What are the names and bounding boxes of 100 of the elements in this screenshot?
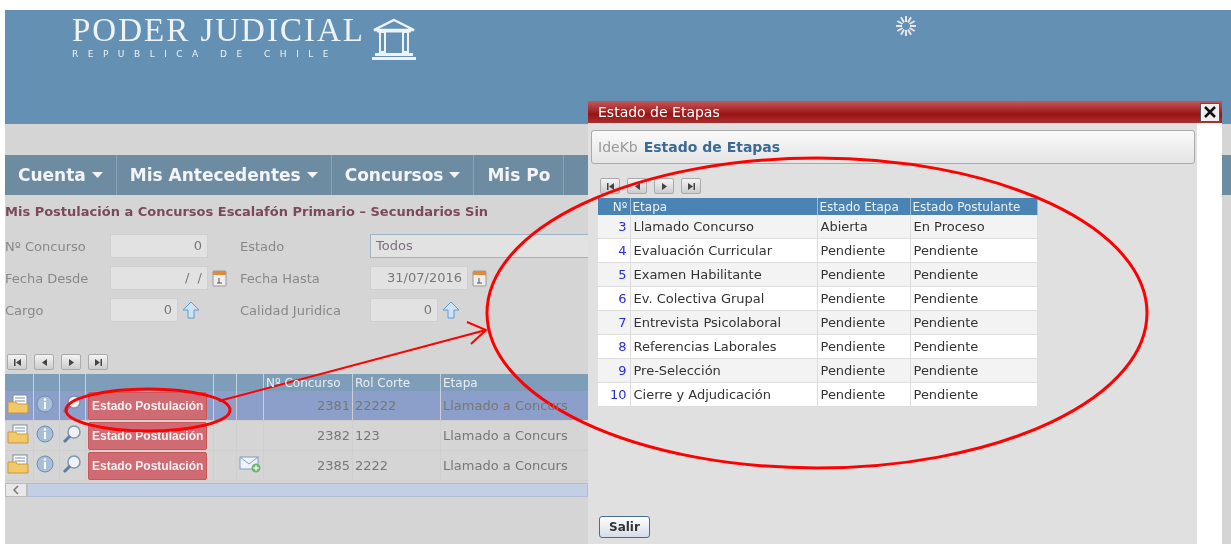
scroll-left-button[interactable] <box>5 483 27 497</box>
estado-postulacion-button[interactable]: Estado Postulación <box>88 451 208 480</box>
skip-last-icon[interactable] <box>93 357 103 367</box>
courthouse-icon <box>370 18 417 60</box>
nav-menu-item[interactable]: Mis Antecedentes <box>116 155 332 195</box>
table-cell: Pendiente <box>817 262 910 287</box>
table-cell: Pendiente <box>910 382 1037 407</box>
salir-button[interactable]: Salir <box>599 516 650 538</box>
table-cell: 2382 <box>263 420 353 451</box>
previous-page-button[interactable] <box>34 354 54 370</box>
row-number: 5 <box>598 262 630 287</box>
table-cell: Pendiente <box>817 238 910 263</box>
table-cell: Pendiente <box>817 334 910 359</box>
field-label: Calidad Juridica <box>240 302 342 318</box>
last-page-button[interactable] <box>681 178 701 194</box>
dialog-title: Estado de Etapas <box>598 104 720 120</box>
input-field[interactable]: 31/07/2016 <box>370 266 468 290</box>
column-header: Estado Etapa <box>817 198 910 215</box>
table-cell: Pendiente <box>817 358 910 383</box>
search-icon[interactable] <box>62 454 82 474</box>
table-cell: 2381 <box>263 391 353 421</box>
row-number: 8 <box>598 334 630 359</box>
row-number: 9 <box>598 358 630 383</box>
input-field[interactable]: 0 <box>110 234 208 258</box>
table-cell: Pendiente <box>910 310 1037 335</box>
skip-last-icon[interactable] <box>686 181 696 191</box>
caret-icon <box>306 171 318 179</box>
table-cell: Pendiente <box>817 382 910 407</box>
info-icon[interactable] <box>36 425 54 443</box>
loading-spinner-icon <box>895 15 917 37</box>
next-page-button[interactable] <box>61 354 81 370</box>
table-cell: Referencias Laborales <box>630 334 817 359</box>
folder-icon[interactable] <box>7 394 29 414</box>
nav-menu-item[interactable]: Mis Po <box>474 155 565 195</box>
table-cell: Abierta <box>817 215 910 239</box>
table-cell: Pendiente <box>910 358 1037 383</box>
last-page-button[interactable] <box>88 354 108 370</box>
caret-icon <box>91 171 103 179</box>
field-label: Estado <box>240 238 286 254</box>
table-cell: En Proceso <box>910 215 1037 239</box>
logo-subtitle: REPUBLICA DE CHILE <box>72 48 339 60</box>
horizontal-scrollbar[interactable] <box>27 483 588 497</box>
table-cell: Evaluación Curricular <box>630 238 817 263</box>
table-cell: 22222 <box>352 391 441 421</box>
table-cell: Entrevista Psicolaboral <box>630 310 817 335</box>
caret-icon <box>449 171 461 179</box>
search-icon[interactable] <box>62 394 82 414</box>
table-cell: Pendiente <box>817 286 910 311</box>
table-cell: 2385 <box>263 450 353 481</box>
next-icon[interactable] <box>66 357 76 367</box>
skip-first-icon[interactable] <box>605 181 615 191</box>
table-cell: Pendiente <box>910 238 1037 263</box>
column-header: Rol Corte <box>352 374 441 391</box>
column-header: Nº <box>598 198 630 215</box>
field-label: Nº Concurso <box>5 238 87 254</box>
panel-prefix: IdeKb <box>598 139 638 155</box>
chevron-left-icon[interactable] <box>12 485 20 495</box>
info-icon[interactable] <box>36 455 54 473</box>
next-icon[interactable] <box>659 181 669 191</box>
first-page-button[interactable] <box>7 354 27 370</box>
close-button[interactable] <box>1200 102 1220 122</box>
next-page-button[interactable] <box>654 178 674 194</box>
page-title: Mis Postulación a Concursos Escalafón Primario – Secundarios Sin <box>5 203 489 221</box>
previous-icon[interactable] <box>39 357 49 367</box>
skip-first-icon[interactable] <box>12 357 22 367</box>
table-cell: 2222 <box>352 450 441 481</box>
row-number: 7 <box>598 310 630 335</box>
row-number: 6 <box>598 286 630 311</box>
table-cell: Llamado Concurso <box>630 215 817 239</box>
input-field[interactable]: 0 <box>370 298 438 322</box>
field-label: Fecha Hasta <box>240 270 321 286</box>
table-row[interactable]: Estado Postulación 2385 2222 Llamado a Concurs <box>5 450 596 481</box>
table-cell: 123 <box>352 420 441 451</box>
previous-icon[interactable] <box>632 181 642 191</box>
field-label: Cargo <box>5 302 45 318</box>
search-icon[interactable] <box>62 424 82 444</box>
row-number: 4 <box>598 238 630 263</box>
table-cell: Pendiente <box>910 334 1037 359</box>
table-cell: Pre-Selección <box>630 358 817 383</box>
table-cell: Ev. Colectiva Grupal <box>630 286 817 311</box>
table-cell: Pendiente <box>910 286 1037 311</box>
select-field[interactable]: Todos <box>370 234 590 258</box>
estado-postulacion-button[interactable]: Estado Postulación <box>88 391 208 420</box>
table-cell: Examen Habilitante <box>630 262 817 287</box>
info-icon[interactable] <box>36 395 54 413</box>
nav-menu-item[interactable]: Cuenta <box>5 155 117 195</box>
column-header: Nº Concurso <box>263 374 353 391</box>
row-number: 3 <box>598 215 630 239</box>
field-label: Fecha Desde <box>5 270 90 286</box>
input-field[interactable]: 0 <box>110 298 178 322</box>
panel-title: Estado de Etapas <box>643 139 781 155</box>
nav-menu-item[interactable]: Concursos <box>331 155 475 195</box>
table-row[interactable]: Estado Postulación 2382 123 Llamado a Concurs <box>5 420 596 451</box>
row-number: 10 <box>598 382 630 407</box>
column-header: Estado Postulante <box>910 198 1037 215</box>
table-cell: Pendiente <box>910 262 1037 287</box>
table-cell: Cierre y Adjudicación <box>630 382 817 407</box>
table-cell: Pendiente <box>817 310 910 335</box>
input-field[interactable]: / / <box>110 266 208 290</box>
column-header: Etapa <box>630 198 817 215</box>
